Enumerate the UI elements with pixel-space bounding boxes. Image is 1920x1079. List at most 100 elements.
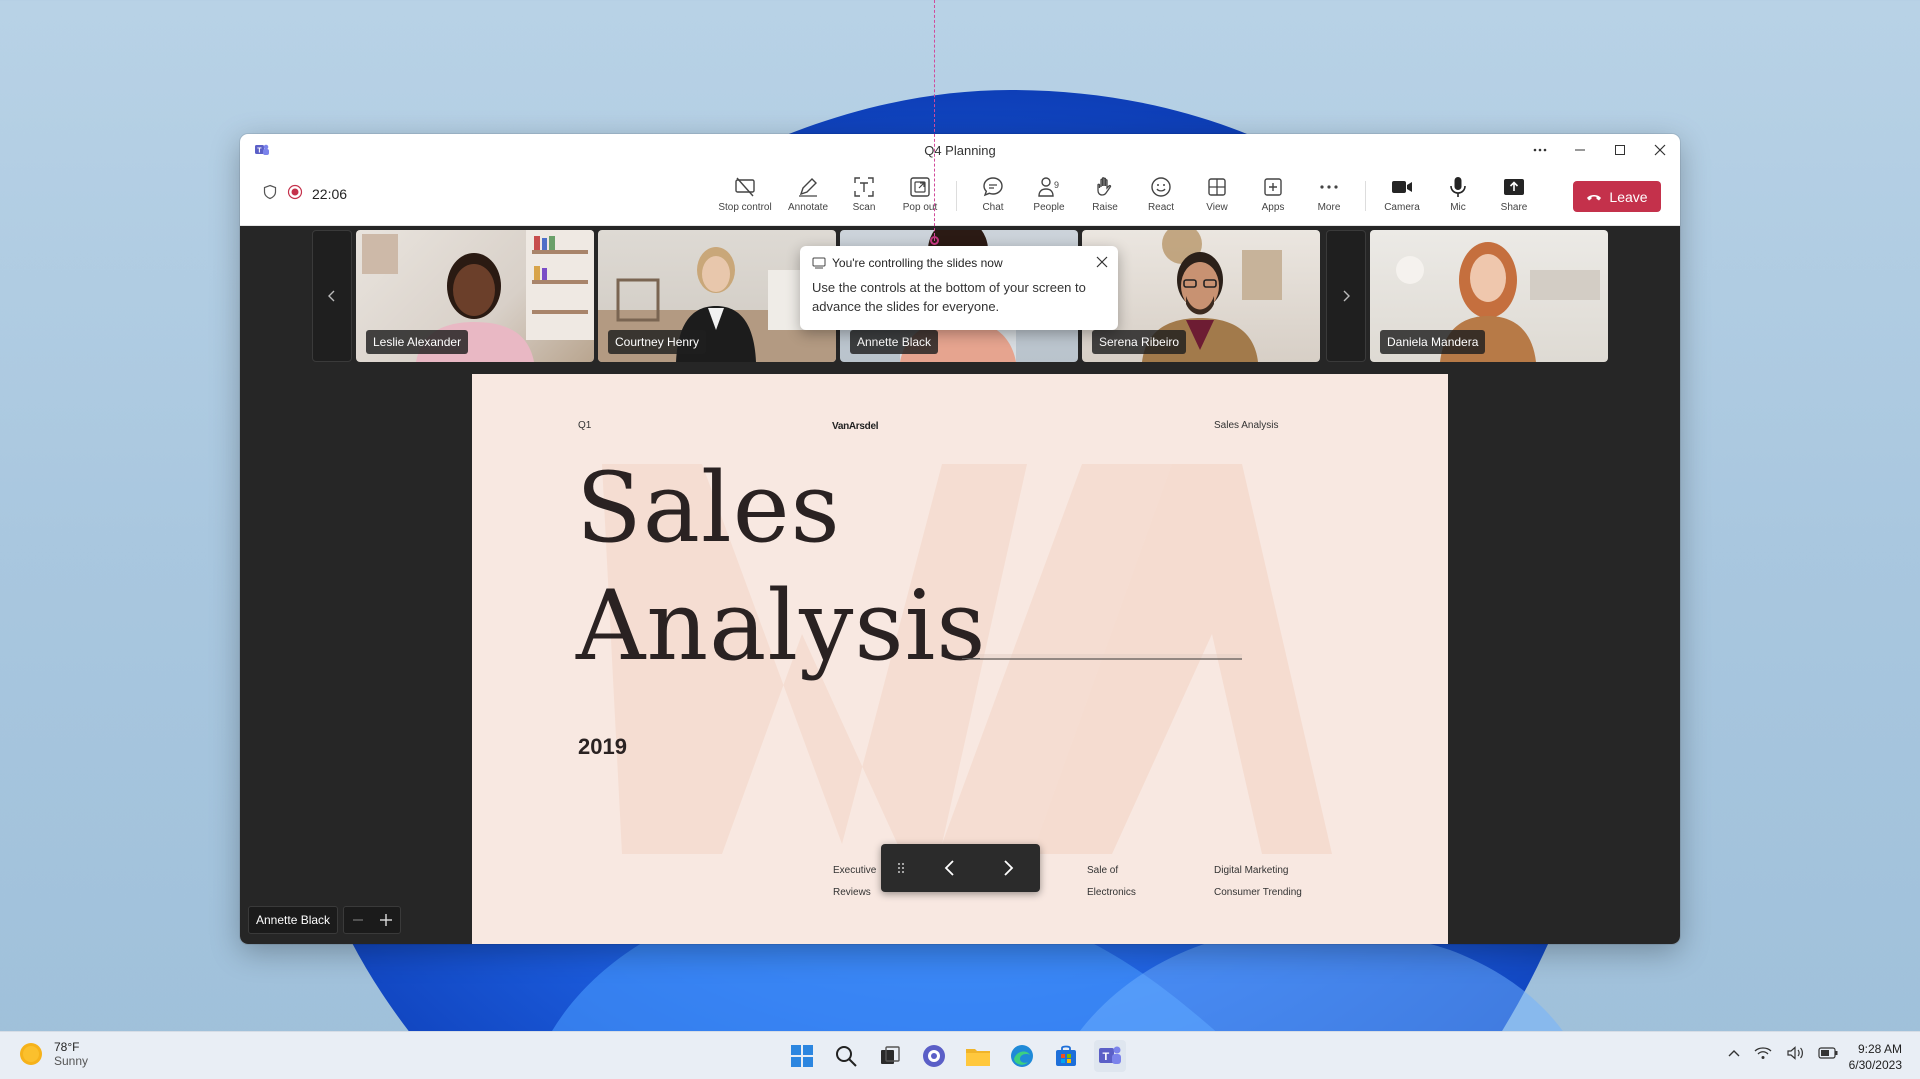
share-button[interactable]: Share — [1486, 171, 1542, 213]
store-button[interactable] — [1050, 1040, 1082, 1072]
chevron-up-icon[interactable] — [1728, 1048, 1740, 1058]
clock-date: 6/30/2023 — [1848, 1058, 1902, 1072]
pointer-guide — [934, 0, 935, 241]
stop-control-icon — [735, 177, 755, 197]
raise-hand-icon — [1097, 177, 1112, 196]
edge-icon — [1011, 1045, 1033, 1067]
react-button[interactable]: React — [1133, 171, 1189, 213]
store-icon — [1056, 1045, 1076, 1066]
window-more-button[interactable] — [1520, 134, 1560, 166]
weather-widget[interactable]: 78°F Sunny — [18, 1040, 88, 1068]
slide-label-2-line2: Electronics — [1087, 887, 1136, 898]
weather-desc: Sunny — [54, 1054, 89, 1068]
callout-title: You're controlling the slides now — [832, 256, 1003, 270]
participant-name: Daniela Mandera — [1380, 330, 1486, 354]
pointer-dot — [930, 236, 939, 245]
leave-button[interactable]: Leave — [1573, 181, 1661, 212]
people-button[interactable]: 9 People — [1021, 171, 1077, 213]
control-callout: You're controlling the slides now Use th… — [800, 246, 1118, 330]
edge-button[interactable] — [1006, 1040, 1038, 1072]
slide-brand-logo: VanArsdel — [832, 421, 879, 432]
mic-icon — [1450, 177, 1466, 197]
close-icon — [1096, 256, 1108, 268]
sun-icon — [20, 1043, 42, 1065]
pop-out-button[interactable]: Pop out — [892, 171, 948, 213]
slide-title-line2: Analysis — [576, 570, 987, 682]
react-icon — [1151, 177, 1171, 197]
maximize-button[interactable] — [1600, 134, 1640, 166]
raise-hand-button[interactable]: Raise — [1077, 171, 1133, 213]
slide-label-1-line1: Executive — [833, 865, 877, 876]
title-underscore — [962, 658, 980, 659]
taskbar: 78°F Sunny T 9:28 AM 6/30/2023 — [0, 1031, 1920, 1079]
apps-button[interactable]: Apps — [1245, 171, 1301, 213]
zoom-in-icon[interactable] — [379, 913, 393, 927]
participant-tile[interactable]: Daniela Mandera — [1370, 230, 1608, 362]
participant-name: Courtney Henry — [608, 330, 707, 354]
participant-name: Annette Black — [850, 330, 939, 354]
battery-icon[interactable] — [1818, 1047, 1838, 1059]
drag-handle-icon — [898, 863, 904, 873]
svg-text:T: T — [1103, 1051, 1110, 1063]
minimize-button[interactable] — [1560, 134, 1600, 166]
more-button[interactable]: More — [1301, 171, 1357, 213]
search-icon — [836, 1046, 857, 1067]
people-count: 9 — [1054, 180, 1059, 190]
presenter-bar: Annette Black — [248, 906, 402, 934]
view-button[interactable]: View — [1189, 171, 1245, 213]
recording-icon — [287, 184, 303, 203]
wifi-icon[interactable] — [1754, 1046, 1772, 1060]
shield-icon — [262, 184, 278, 203]
next-slide-button[interactable] — [979, 859, 1037, 877]
teams-taskbar-button[interactable]: T — [1094, 1040, 1126, 1072]
chat-app-icon — [923, 1045, 945, 1067]
file-explorer-button[interactable] — [962, 1040, 994, 1072]
mic-button[interactable]: Mic — [1430, 171, 1486, 213]
start-button[interactable] — [786, 1040, 818, 1072]
chat-button[interactable]: Chat — [965, 171, 1021, 213]
participant-tile[interactable]: Leslie Alexander — [356, 230, 594, 362]
teams-chat-button[interactable] — [918, 1040, 950, 1072]
pop-out-icon — [910, 177, 930, 197]
camera-button[interactable]: Camera — [1374, 171, 1430, 213]
hang-up-icon — [1587, 194, 1602, 200]
weather-temp: 78°F — [54, 1040, 80, 1054]
slide-label-1-line2: Reviews — [833, 887, 871, 898]
clock[interactable]: 9:28 AM 6/30/2023 — [1849, 1041, 1902, 1073]
slide-corner-left: Q1 — [578, 420, 592, 431]
apps-icon — [1264, 178, 1282, 196]
zoom-controls — [343, 906, 402, 934]
previous-slide-button[interactable] — [921, 859, 979, 877]
toolbar-separator — [1365, 181, 1366, 211]
callout-body: Use the controls at the bottom of your s… — [812, 280, 1086, 314]
volume-icon[interactable] — [1786, 1046, 1804, 1060]
meeting-stage: Leslie Alexander Courtney Henry Annette … — [240, 226, 1680, 944]
windows-icon — [791, 1045, 813, 1067]
system-tray — [1728, 1046, 1838, 1060]
clock-time: 9:28 AM — [1857, 1042, 1902, 1056]
slide-corner-right: Sales Analysis — [1214, 420, 1279, 431]
search-button[interactable] — [830, 1040, 862, 1072]
presenter-name: Annette Black — [248, 906, 339, 934]
view-icon — [1208, 178, 1226, 196]
slide-label-3-line2: Consumer Trending — [1214, 887, 1302, 898]
chevron-right-icon — [1343, 290, 1350, 302]
callout-close-button[interactable] — [1096, 255, 1108, 273]
stop-control-button[interactable]: Stop control — [710, 171, 780, 213]
meeting-toolbar: 22:06 Stop control Annotate Scan Pop out — [240, 166, 1680, 226]
slide-year: 2019 — [578, 734, 627, 759]
scan-icon — [854, 177, 874, 197]
people-icon: 9 — [1038, 177, 1059, 197]
task-view-button[interactable] — [874, 1040, 906, 1072]
zoom-out-icon[interactable] — [352, 914, 364, 926]
scan-button[interactable]: Scan — [836, 171, 892, 213]
drag-handle[interactable] — [881, 862, 921, 874]
close-button[interactable] — [1640, 134, 1680, 166]
participant-name: Serena Ribeiro — [1092, 330, 1187, 354]
window-title: Q4 Planning — [924, 143, 996, 158]
strip-prev-button[interactable] — [312, 230, 352, 362]
strip-next-button[interactable] — [1326, 230, 1366, 362]
slide-controls — [881, 844, 1040, 892]
task-view-icon — [881, 1046, 900, 1064]
annotate-button[interactable]: Annotate — [780, 171, 836, 213]
